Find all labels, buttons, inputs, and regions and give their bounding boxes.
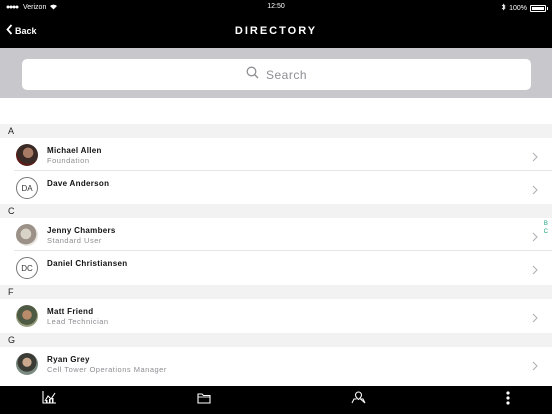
list-item[interactable]: Jenny Chambers Standard User: [0, 218, 552, 251]
status-bar: Verizon 12:50 100%: [0, 0, 552, 16]
search-input[interactable]: Search: [22, 59, 531, 90]
contact-subtitle: Foundation: [47, 156, 90, 165]
section-header-c: C: [0, 204, 552, 218]
tab-files[interactable]: [196, 392, 212, 408]
contact-name: Michael Allen: [47, 146, 102, 155]
index-letter-b[interactable]: B: [544, 220, 548, 228]
contact-name: Ryan Grey: [47, 355, 90, 364]
search-placeholder: Search: [265, 67, 308, 82]
avatar: [16, 224, 38, 246]
folder-icon: [197, 391, 211, 409]
chart-icon: [41, 391, 57, 409]
avatar: DA: [16, 177, 38, 199]
bluetooth-icon: [501, 3, 506, 13]
nav-bar: Back DIRECTORY: [0, 16, 552, 48]
avatar: [16, 144, 38, 166]
section-index[interactable]: B C: [544, 220, 548, 236]
list-item[interactable]: Ryan Grey Cell Tower Operations Manager: [0, 347, 552, 380]
page-title: DIRECTORY: [234, 25, 318, 37]
avatar: [16, 305, 38, 327]
index-letter-c[interactable]: C: [544, 228, 548, 236]
avatar: [16, 353, 38, 375]
contact-name: Jenny Chambers: [47, 226, 116, 235]
list-item[interactable]: DC Daniel Christiansen: [0, 251, 552, 284]
list-item[interactable]: DA Dave Anderson: [0, 171, 552, 204]
contact-name: Dave Anderson: [47, 179, 110, 188]
chevron-right-icon: [532, 149, 538, 167]
section-header-f: F: [0, 285, 552, 299]
tab-more[interactable]: [500, 390, 516, 410]
chevron-right-icon: [532, 310, 538, 328]
chevron-right-icon: [532, 182, 538, 200]
chevron-right-icon: [532, 262, 538, 280]
avatar: DC: [16, 257, 38, 279]
chevron-right-icon: [532, 229, 538, 247]
search-icon: [246, 66, 259, 84]
list-item[interactable]: Michael Allen Foundation: [0, 138, 552, 171]
map-icon: [351, 391, 366, 409]
contact-subtitle: Lead Technician: [47, 317, 109, 326]
section-header-g: G: [0, 333, 552, 347]
search-area: Search: [0, 48, 552, 98]
contact-subtitle: Standard User: [47, 236, 102, 245]
status-time: 12:50: [267, 3, 285, 10]
tab-bar: [0, 386, 552, 414]
contact-subtitle: Cell Tower Operations Manager: [47, 365, 167, 374]
battery-label: 100%: [509, 4, 527, 12]
directory-list[interactable]: A Michael Allen Foundation DA Dave Ander…: [0, 98, 552, 386]
contact-name: Matt Friend: [47, 307, 94, 316]
tab-analytics[interactable]: [41, 391, 57, 409]
tab-map[interactable]: [350, 391, 366, 409]
list-item[interactable]: Matt Friend Lead Technician: [0, 299, 552, 332]
battery-icon: [530, 4, 548, 12]
contact-name: Daniel Christiansen: [47, 259, 128, 268]
directory-screen: Verizon 12:50 100% Back DIRECTORY Search…: [0, 0, 552, 414]
section-header-a: A: [0, 124, 552, 138]
more-icon: [506, 390, 510, 410]
chevron-right-icon: [532, 358, 538, 376]
